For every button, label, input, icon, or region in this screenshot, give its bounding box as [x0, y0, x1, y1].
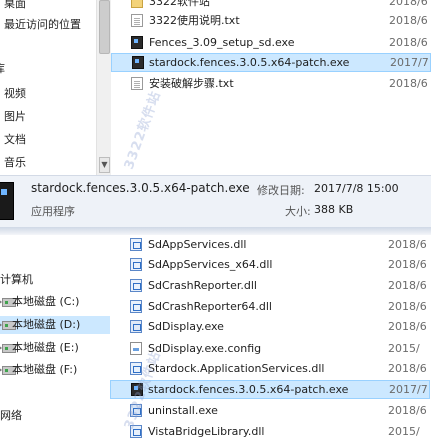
file-row-uninstall[interactable]: uninstall.exe 2018/6 — [110, 401, 430, 420]
exe-icon — [130, 320, 142, 333]
nav-item-label: 网络 — [0, 409, 22, 422]
file-row-fences-setup[interactable]: Fences_3.09_setup_sd.exe 2018/6 — [111, 33, 431, 52]
details-file-name: stardock.fences.3.0.5.x64-patch.exe — [31, 181, 250, 195]
details-modified-label: 修改日期: — [257, 184, 305, 197]
nav-item-label: 桌面 — [4, 0, 26, 10]
file-row-fences-patch-selected[interactable]: stardock.fences.3.0.5.x64-patch.exe 2017… — [111, 53, 431, 72]
nav-scrollbar[interactable]: ▼ — [96, 0, 111, 175]
file-name: SdDisplay.exe.config — [148, 342, 262, 355]
file-name: SdAppServices_x64.dll — [148, 258, 273, 271]
scrollbar-thumb[interactable] — [99, 0, 110, 54]
details-size-value: 388 KB — [314, 203, 354, 216]
nav-item-label: 最近访问的位置 — [4, 18, 81, 31]
file-name: stardock.fences.3.0.5.x64-patch.exe — [148, 383, 349, 396]
file-name: stardock.fences.3.0.5.x64-patch.exe — [149, 56, 350, 69]
nav-item-network[interactable]: 网络 — [0, 407, 22, 425]
file-date: 2018/6 — [388, 238, 427, 251]
file-row-fences-patch-selected[interactable]: stardock.fences.3.0.5.x64-patch.exe 2017… — [110, 380, 430, 399]
top-navigation-pane: 桌面 最近访问的位置 库 视频 图片 文档 音乐 — [0, 0, 96, 175]
nav-item-label: 库 — [0, 62, 5, 75]
file-date: 2018/6 — [388, 404, 427, 417]
nav-item-drive-d-selected[interactable]: 本地磁盘 (D:) — [0, 316, 110, 334]
file-row-sddisplay-exe[interactable]: SdDisplay.exe 2018/6 — [110, 317, 430, 336]
file-row-sdappservices[interactable]: SdAppServices.dll 2018/6 — [110, 235, 430, 254]
file-name: SdDisplay.exe — [148, 320, 224, 333]
config-icon — [130, 342, 142, 355]
file-date: 2018/6 — [389, 36, 428, 49]
top-file-list: 3322软件站 2018/6 3322使用说明.txt 2018/6 Fence… — [111, 0, 431, 175]
file-date: 2018/6 — [388, 320, 427, 333]
file-date: 2018/6 — [389, 0, 428, 8]
file-name: 3322软件站 — [149, 0, 210, 8]
bottom-file-list: SdAppServices.dll 2018/6 SdAppServices_x… — [110, 235, 431, 438]
nav-item-label: 计算机 — [0, 273, 33, 286]
dll-icon — [130, 300, 142, 313]
file-name: Stardock.ApplicationServices.dll — [148, 362, 325, 375]
file-date: 2017/7 — [390, 56, 429, 69]
file-name: 安装破解步骤.txt — [149, 77, 234, 90]
file-date: 2018/6 — [388, 362, 427, 375]
app-exe-icon — [0, 182, 14, 220]
file-name: uninstall.exe — [148, 404, 218, 417]
file-name: VistaBridgeLibrary.dll — [148, 425, 265, 438]
file-row-3322-readme[interactable]: 3322使用说明.txt 2018/6 — [111, 11, 431, 30]
file-date: 2018/6 — [389, 14, 428, 27]
file-date: 2015/ — [388, 342, 420, 355]
file-row-sdcrashreporter64[interactable]: SdCrashReporter64.dll 2018/6 — [110, 297, 430, 316]
details-size-label: 大小: — [285, 205, 311, 218]
nav-item-drive-c[interactable]: 本地磁盘 (C:) — [0, 293, 110, 311]
file-date: 2017/7 — [389, 383, 428, 396]
nav-item-label: 视频 — [4, 87, 26, 100]
details-type-label: 应用程序 — [31, 205, 75, 218]
text-file-icon — [131, 14, 143, 27]
nav-item-computer[interactable]: 计算机 — [0, 271, 33, 289]
folder-icon — [131, 0, 143, 8]
file-name: 3322使用说明.txt — [149, 14, 240, 27]
nav-item-desktop[interactable]: 桌面 — [4, 0, 26, 13]
dll-icon — [130, 238, 142, 251]
file-row-crack-steps[interactable]: 安装破解步骤.txt 2018/6 — [111, 74, 431, 93]
text-file-icon — [131, 77, 143, 90]
file-date: 2018/6 — [388, 279, 427, 292]
details-modified-value: 2017/7/8 15:00 — [314, 182, 399, 195]
file-row-sdappservices-x64[interactable]: SdAppServices_x64.dll 2018/6 — [110, 255, 430, 274]
file-name: SdAppServices.dll — [148, 238, 247, 251]
nav-item-music[interactable]: 音乐 — [4, 154, 26, 172]
file-date: 2018/6 — [389, 77, 428, 90]
nav-item-label: 音乐 — [4, 156, 26, 169]
scroll-down-arrow-icon[interactable]: ▼ — [99, 157, 110, 173]
file-row-sdcrashreporter[interactable]: SdCrashReporter.dll 2018/6 — [110, 276, 430, 295]
file-date: 2018/6 — [388, 258, 427, 271]
file-name: SdCrashReporter64.dll — [148, 300, 272, 313]
dll-icon — [130, 258, 142, 271]
file-date: 2018/6 — [388, 300, 427, 313]
nav-item-label: 本地磁盘 (F:) — [12, 363, 78, 376]
nav-item-recent-places[interactable]: 最近访问的位置 — [4, 16, 81, 34]
nav-item-label: 文档 — [4, 133, 26, 146]
file-row-vistabridge[interactable]: VistaBridgeLibrary.dll 2015/ — [110, 422, 430, 438]
nav-item-documents[interactable]: 文档 — [4, 131, 26, 149]
nav-item-drive-e[interactable]: 本地磁盘 (E:) — [0, 339, 110, 357]
dll-icon — [130, 279, 142, 292]
nav-item-pictures[interactable]: 图片 — [4, 108, 26, 126]
nav-item-drive-f[interactable]: 本地磁盘 (F:) — [0, 361, 110, 379]
nav-item-label: 图片 — [4, 110, 26, 123]
nav-item-label: 本地磁盘 (C:) — [12, 295, 80, 308]
bottom-navigation-pane: 计算机 本地磁盘 (C:) 本地磁盘 (D:) 本地磁盘 (E:) 本地磁盘 (… — [0, 235, 110, 438]
window-divider — [0, 227, 431, 235]
nav-item-libraries[interactable]: 库 — [0, 60, 5, 78]
details-pane: stardock.fences.3.0.5.x64-patch.exe 修改日期… — [0, 175, 431, 228]
app-exe-icon — [132, 56, 144, 69]
file-date: 2015/ — [388, 425, 420, 438]
file-name: SdCrashReporter.dll — [148, 279, 257, 292]
nav-item-videos[interactable]: 视频 — [4, 85, 26, 103]
file-row-3322-folder[interactable]: 3322软件站 2018/6 — [111, 0, 431, 11]
file-name: Fences_3.09_setup_sd.exe — [149, 36, 295, 49]
installer-icon — [131, 36, 143, 49]
nav-item-label: 本地磁盘 (D:) — [12, 318, 81, 331]
nav-item-label: 本地磁盘 (E:) — [12, 341, 79, 354]
